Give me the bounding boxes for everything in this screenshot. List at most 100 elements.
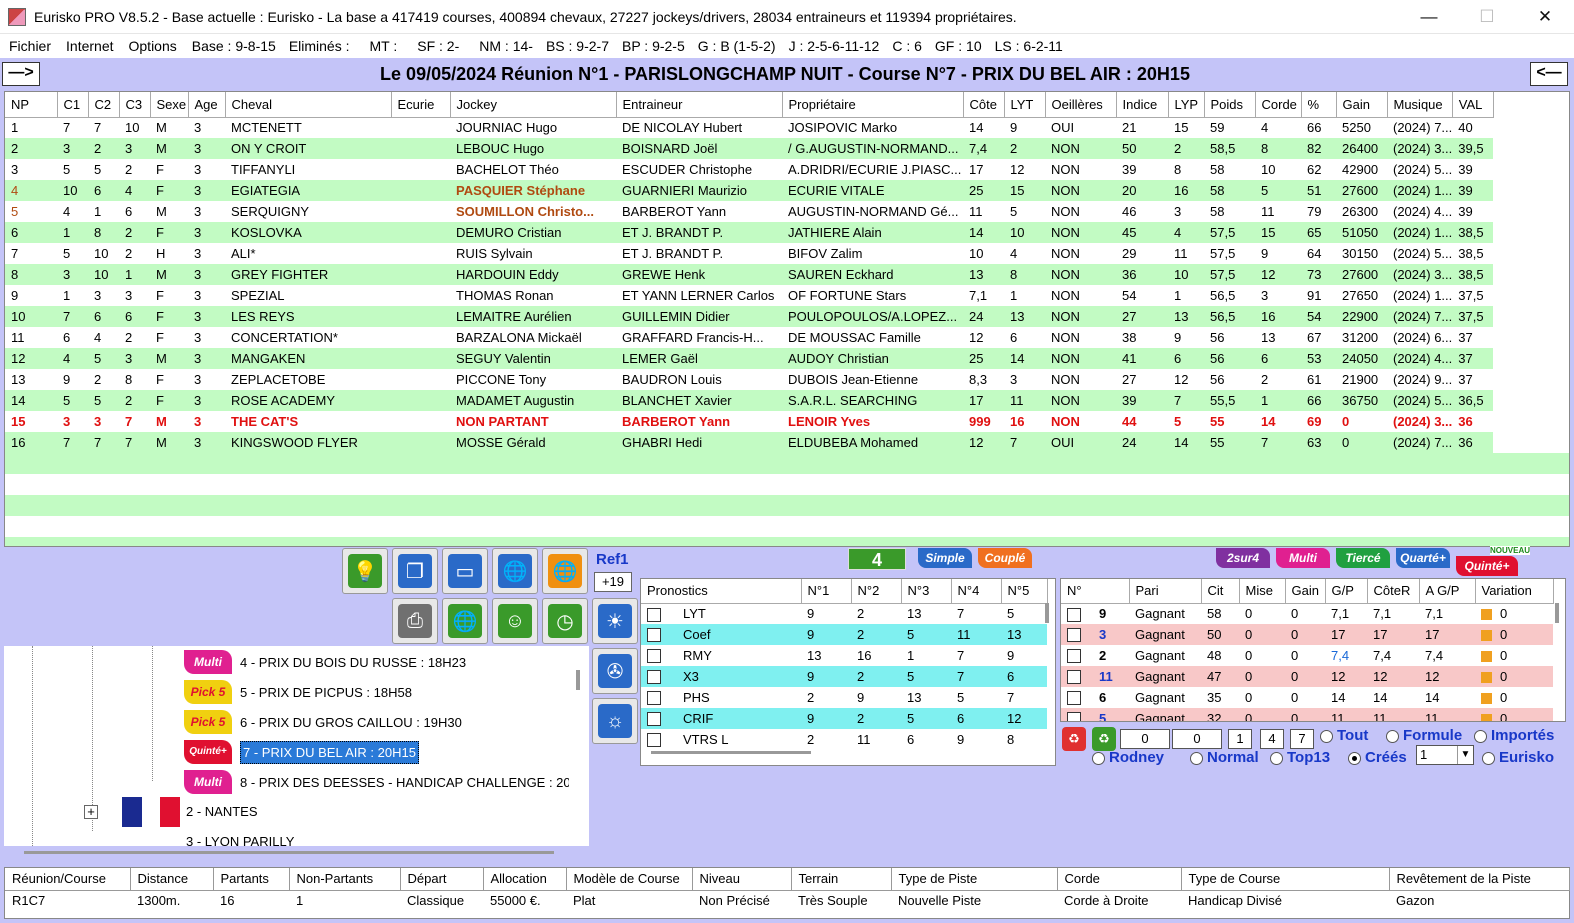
tree-item-course-6[interactable]: Pick 5 6 - PRIX DU GROS CAILLOU : 19H30	[184, 708, 462, 736]
checkbox[interactable]	[647, 649, 661, 664]
value-box-1[interactable]: 0	[1120, 729, 1170, 749]
web-orange-button[interactable]: 🌐	[542, 548, 588, 594]
paris-header-7[interactable]: A G/P	[1419, 579, 1476, 604]
paris-header-1[interactable]: Pari	[1129, 579, 1202, 604]
radio-eurisko[interactable]: Eurisko	[1482, 749, 1554, 766]
tree-item-course-4[interactable]: Multi 4 - PRIX DU BOIS DU RUSSE : 18H23	[184, 648, 466, 676]
checkbox[interactable]	[1067, 670, 1081, 685]
column-header-1[interactable]: C1	[57, 92, 89, 118]
column-header-17[interactable]: Corde	[1255, 92, 1302, 118]
column-header-8[interactable]: Jockey	[450, 92, 617, 118]
column-header-2[interactable]: C2	[88, 92, 120, 118]
checkbox[interactable]	[647, 670, 661, 685]
column-header-11[interactable]: Côte	[963, 92, 1005, 118]
checkbox[interactable]	[647, 628, 661, 643]
checkbox[interactable]	[647, 607, 661, 622]
prono-row[interactable]: Coef 9 2 5 11 13	[641, 624, 1047, 645]
idea-button[interactable]: 💡	[342, 548, 388, 594]
minimize-button[interactable]: —	[1400, 7, 1458, 27]
value-box-2[interactable]: 0	[1172, 729, 1222, 749]
tree-item-course-5[interactable]: Pick 5 5 - PRIX DE PICPUS : 18H58	[184, 678, 412, 706]
prono-row[interactable]: LYT 9 2 13 7 5	[641, 603, 1047, 624]
table-row[interactable]: 4 10 6 4 F 3 EGIATEGIA PASQUIER Stéphane GUARNIE…	[5, 180, 1494, 201]
menu-internet[interactable]: Internet	[66, 38, 113, 54]
prono-header-5[interactable]: N°5	[1001, 579, 1048, 604]
paris-row[interactable]: 2 Gagnant 48 0 0 7,4 7,4 7,4 0	[1061, 645, 1553, 666]
table-row[interactable]: 11 6 4 2 F 3 CONCERTATION* BARZALONA Mickaël GRA…	[5, 327, 1493, 348]
web-green-button[interactable]: 🌐	[442, 598, 488, 644]
column-header-16[interactable]: Poids	[1204, 92, 1256, 118]
paris-row[interactable]: 9 Gagnant 58 0 0 7,1 7,1 7,1 0	[1061, 603, 1553, 624]
pronostics-panel[interactable]: Pronostics N°1 N°2 N°3 N°4 N°5 LYT 9 2 13 7 5 Coef 9…	[640, 578, 1056, 766]
paris-row[interactable]: 5 Gagnant 32 0 0 11 11 11 0	[1061, 708, 1553, 721]
paris-header-4[interactable]: Gain	[1285, 579, 1326, 604]
checkbox[interactable]	[647, 733, 661, 748]
table-row[interactable]: 6 1 8 2 F 3 KOSLOVKA DEMURO Cristian ET J. BRAND…	[5, 222, 1494, 243]
tree-item-course-8[interactable]: Multi 8 - PRIX DES DEESSES - HANDICAP CH…	[184, 768, 569, 796]
menu-options[interactable]: Options	[129, 38, 177, 54]
screen-button[interactable]: ▭	[442, 548, 488, 594]
radio-formule[interactable]: Formule	[1386, 727, 1462, 744]
table-row[interactable]: 3 5 5 2 F 3 TIFFANYLI BACHELOT Théo ESCUDER Chri…	[5, 159, 1493, 180]
prono-row[interactable]: PHS 2 9 13 5 7	[641, 687, 1047, 708]
radio-importes[interactable]: Importés	[1474, 727, 1554, 744]
previous-race-button[interactable]: —>	[2, 62, 40, 86]
table-row[interactable]: 13 9 2 8 F 3 ZEPLACETOBE PICCONE Tony BAUDRON Lo…	[5, 369, 1493, 390]
column-header-21[interactable]: VAL	[1452, 92, 1494, 118]
bet-quinte-button[interactable]: Quinté+	[1456, 556, 1518, 576]
column-header-5[interactable]: Age	[188, 92, 226, 118]
meeting-lyon[interactable]: 3 - LYON PARILLY	[186, 834, 294, 846]
paris-vscrollbar[interactable]	[1555, 603, 1559, 623]
tree-hscrollbar[interactable]	[24, 851, 554, 854]
bet-tierce-button[interactable]: Tiercé	[1336, 548, 1390, 568]
prono-header-2[interactable]: N°2	[851, 579, 902, 604]
table-row[interactable]: 7 5 10 2 H 3 ALI* RUIS Sylvain ET J. BRANDT P. BI…	[5, 243, 1493, 264]
prono-row[interactable]: RMY 13 16 1 7 9	[641, 645, 1047, 666]
value-box-3[interactable]: 1	[1228, 729, 1252, 749]
sunrise-button[interactable]: ☀	[592, 598, 638, 644]
prono-header-1[interactable]: N°1	[801, 579, 852, 604]
prono-hscrollbar[interactable]	[651, 751, 811, 754]
paris-header-2[interactable]: Cit	[1201, 579, 1240, 604]
meeting-nantes[interactable]: 2 - NANTES	[186, 804, 258, 819]
prono-row[interactable]: CRIF 9 2 5 6 12	[641, 708, 1047, 729]
menu-fichier[interactable]: Fichier	[9, 38, 51, 54]
smiley-button[interactable]: ☺	[492, 598, 538, 644]
bet-4-button[interactable]: 4	[848, 548, 906, 570]
prono-header-4[interactable]: N°4	[951, 579, 1002, 604]
print-button[interactable]: ⎙	[392, 598, 438, 644]
checkbox[interactable]	[1067, 691, 1081, 706]
table-row[interactable]: 10 7 6 6 F 3 LES REYS LEMAITRE Aurélien GUILLEMI…	[5, 306, 1494, 327]
prono-header-0[interactable]: Pronostics	[641, 579, 802, 604]
radio-tout[interactable]: Tout	[1320, 727, 1368, 744]
recycle-red-icon[interactable]: ♻	[1062, 727, 1086, 751]
paris-header-8[interactable]: Variation	[1475, 579, 1554, 604]
bet-2sur4-button[interactable]: 2sur4	[1216, 548, 1270, 568]
table-row[interactable]: 5 4 1 6 M 3 SERQUIGNY SOUMILLON Christo... BARBE…	[5, 201, 1493, 222]
bet-quarte-button[interactable]: Quarté+	[1396, 548, 1450, 568]
prono-vscrollbar[interactable]	[1045, 603, 1049, 623]
web-blue-button[interactable]: 🌐	[492, 548, 538, 594]
table-row[interactable]: 12 4 5 3 M 3 MANGAKEN SEGUY Valentin LEMER Gaël A…	[5, 348, 1494, 369]
column-header-20[interactable]: Musique	[1387, 92, 1453, 118]
maximize-button[interactable]: ☐	[1458, 7, 1516, 27]
column-header-9[interactable]: Entraineur	[616, 92, 783, 118]
film-button[interactable]: ✇	[592, 648, 638, 694]
table-row[interactable]: 15 3 3 7 M 3 THE CAT'S NON PARTANT BARBEROT Yann…	[5, 411, 1493, 432]
count-select[interactable]: 1 ▼	[1416, 745, 1474, 765]
tree-vscrollbar[interactable]	[576, 670, 580, 690]
radio-normal[interactable]: Normal	[1190, 749, 1259, 766]
race-tree[interactable]: Multi 4 - PRIX DU BOIS DU RUSSE : 18H23 …	[4, 646, 589, 854]
checkbox[interactable]	[647, 712, 661, 727]
column-header-6[interactable]: Cheval	[225, 92, 392, 118]
column-header-15[interactable]: LYP	[1168, 92, 1205, 118]
column-header-12[interactable]: LYT	[1004, 92, 1046, 118]
paris-row[interactable]: 11 Gagnant 47 0 0 12 12 12 0	[1061, 666, 1553, 687]
tree-expand-icon[interactable]: +	[84, 805, 98, 819]
checkbox[interactable]	[647, 691, 661, 706]
column-header-7[interactable]: Ecurie	[391, 92, 451, 118]
column-header-19[interactable]: Gain	[1336, 92, 1388, 118]
table-row[interactable]: 2 3 2 3 M 3 ON Y CROIT LEBOUC Hugo BOISNARD Joël…	[5, 138, 1494, 159]
radio-rodney[interactable]: Rodney	[1092, 749, 1164, 766]
value-box-5[interactable]: 7	[1290, 729, 1314, 749]
